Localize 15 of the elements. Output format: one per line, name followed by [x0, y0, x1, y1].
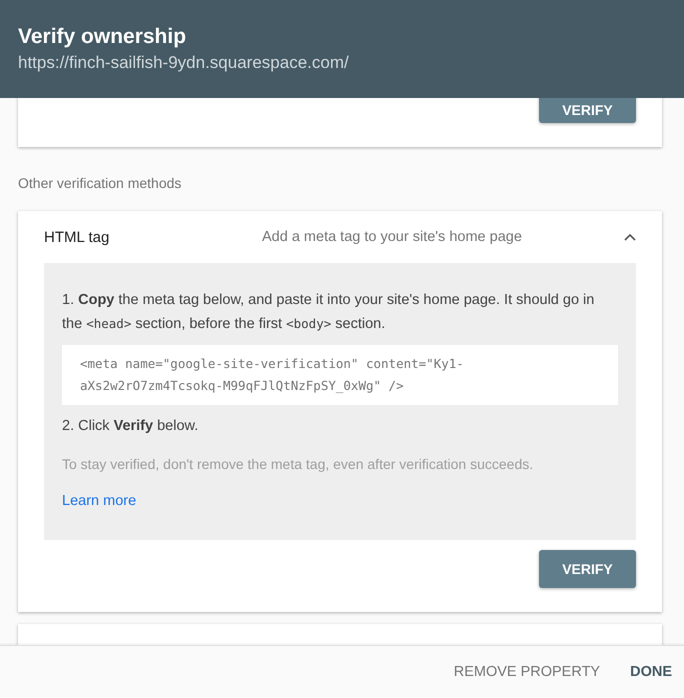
method-description: Add a meta tag to your site's home page	[262, 229, 523, 245]
property-url: https://finch-sailfish-9ydn.squarespace.com/	[18, 52, 350, 74]
verify-button[interactable]: VERIFY	[539, 550, 636, 588]
remove-property-button[interactable]: REMOVE PROPERTY	[454, 664, 600, 680]
instruction-step: 2. Click Verify below.	[62, 415, 618, 438]
chevron-up-icon[interactable]	[624, 233, 636, 241]
section-label: Other verification methods	[18, 175, 182, 191]
method-name[interactable]: HTML tag	[44, 228, 262, 246]
dialog-title: Verify ownership	[18, 24, 188, 50]
meta-tag-code: <meta name="google-site-verification" content="Ky1-aXs2w2rO7zm4Tcsokq-M99qFJlQtNzFpSY_0xWg" />	[62, 345, 618, 405]
learn-more-link[interactable]: Learn more	[62, 493, 136, 509]
instruction-step: 1. Copy the meta tag below, and paste it into your site's home page. It should go in the <head> section, before the first <body> section.	[62, 289, 618, 336]
note-text: To stay verified, don't remove the meta tag, even after verification succeeds.	[62, 456, 534, 472]
verify-button[interactable]: VERIFY	[539, 98, 636, 123]
done-button[interactable]: DONE	[630, 664, 672, 680]
